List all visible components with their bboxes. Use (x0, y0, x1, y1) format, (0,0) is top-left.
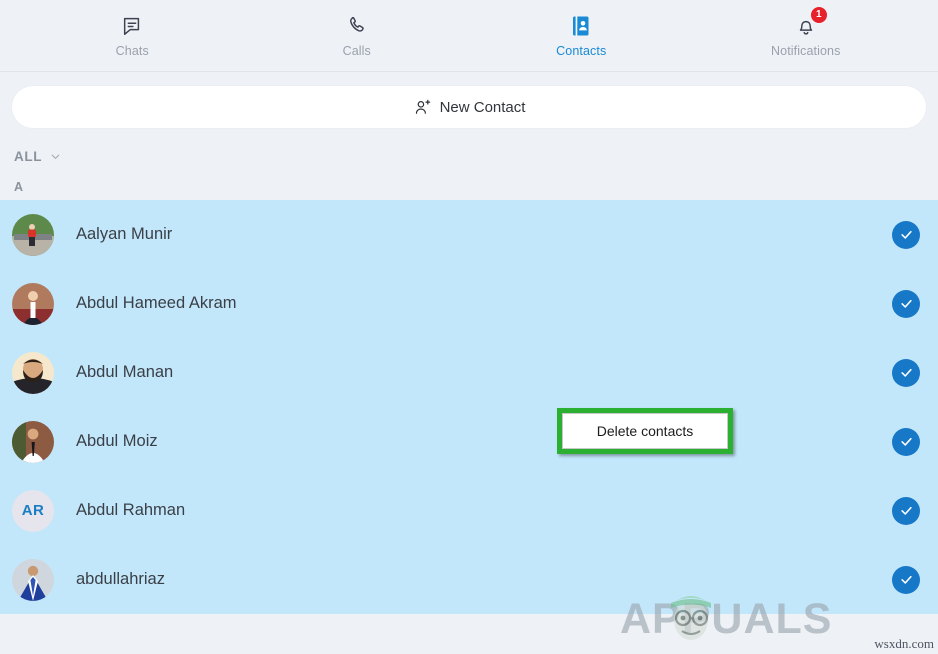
contact-name: Abdul Manan (76, 363, 174, 381)
chat-bubble-icon (121, 13, 143, 39)
filter-label: ALL (14, 148, 43, 164)
new-contact-label: New Contact (439, 98, 526, 116)
new-contact-button[interactable]: New Contact (12, 86, 926, 128)
checkmark-icon[interactable] (892, 496, 920, 525)
contact-name: Abdul Moiz (76, 432, 158, 450)
tab-notifications[interactable]: 1 Notifications (731, 6, 881, 58)
avatar (12, 282, 54, 325)
table-row[interactable]: Abdul Manan (0, 338, 938, 407)
tab-chats-label: Chats (115, 44, 149, 58)
contact-name: abdullahriaz (76, 570, 165, 588)
filter-row[interactable]: ALL (0, 128, 938, 164)
new-contact-section: New Contact (0, 72, 938, 128)
contact-name: Aalyan Munir (76, 225, 173, 243)
tab-calls-label: Calls (342, 44, 371, 58)
table-row[interactable]: Abdul Hameed Akram (0, 269, 938, 338)
contact-list: Aalyan Munir Abdul Hameed Akram Abdul Ma… (0, 200, 938, 614)
table-row[interactable]: Abdul Moiz (0, 407, 938, 476)
tab-bar: Chats Calls Contacts 1 Notifications (0, 0, 938, 72)
tab-contacts-label: Contacts (556, 44, 607, 58)
bell-icon: 1 (795, 6, 828, 39)
tab-contacts[interactable]: Contacts (506, 13, 656, 58)
avatar: AR (12, 489, 54, 532)
section-header-letter: A (14, 180, 24, 194)
table-row[interactable]: AR Abdul Rahman (0, 476, 938, 545)
checkmark-icon[interactable] (892, 427, 920, 456)
table-row[interactable]: abdullahriaz (0, 545, 938, 614)
tab-calls[interactable]: Calls (282, 13, 432, 58)
checkmark-icon[interactable] (892, 358, 920, 387)
chevron-down-icon[interactable] (49, 150, 62, 163)
checkmark-icon[interactable] (892, 220, 920, 249)
delete-contacts-label: Delete contacts (562, 413, 728, 449)
tab-chats[interactable]: Chats (57, 13, 207, 58)
person-plus-icon (413, 98, 432, 117)
tab-notifications-label: Notifications (771, 44, 841, 58)
checkmark-icon[interactable] (892, 289, 920, 318)
contact-book-icon (569, 13, 593, 39)
contact-name: Abdul Rahman (76, 501, 186, 519)
table-row[interactable]: Aalyan Munir (0, 200, 938, 269)
contact-name: Abdul Hameed Akram (76, 294, 237, 312)
delete-contacts-tooltip[interactable]: Delete contacts (557, 408, 733, 454)
avatar (12, 213, 54, 256)
site-watermark: wsxdn.com (874, 636, 934, 651)
phone-handset-icon (346, 13, 368, 39)
avatar (12, 558, 54, 601)
avatar (12, 351, 54, 394)
checkmark-icon[interactable] (892, 565, 920, 594)
avatar (12, 420, 54, 463)
notifications-badge: 1 (809, 6, 828, 24)
